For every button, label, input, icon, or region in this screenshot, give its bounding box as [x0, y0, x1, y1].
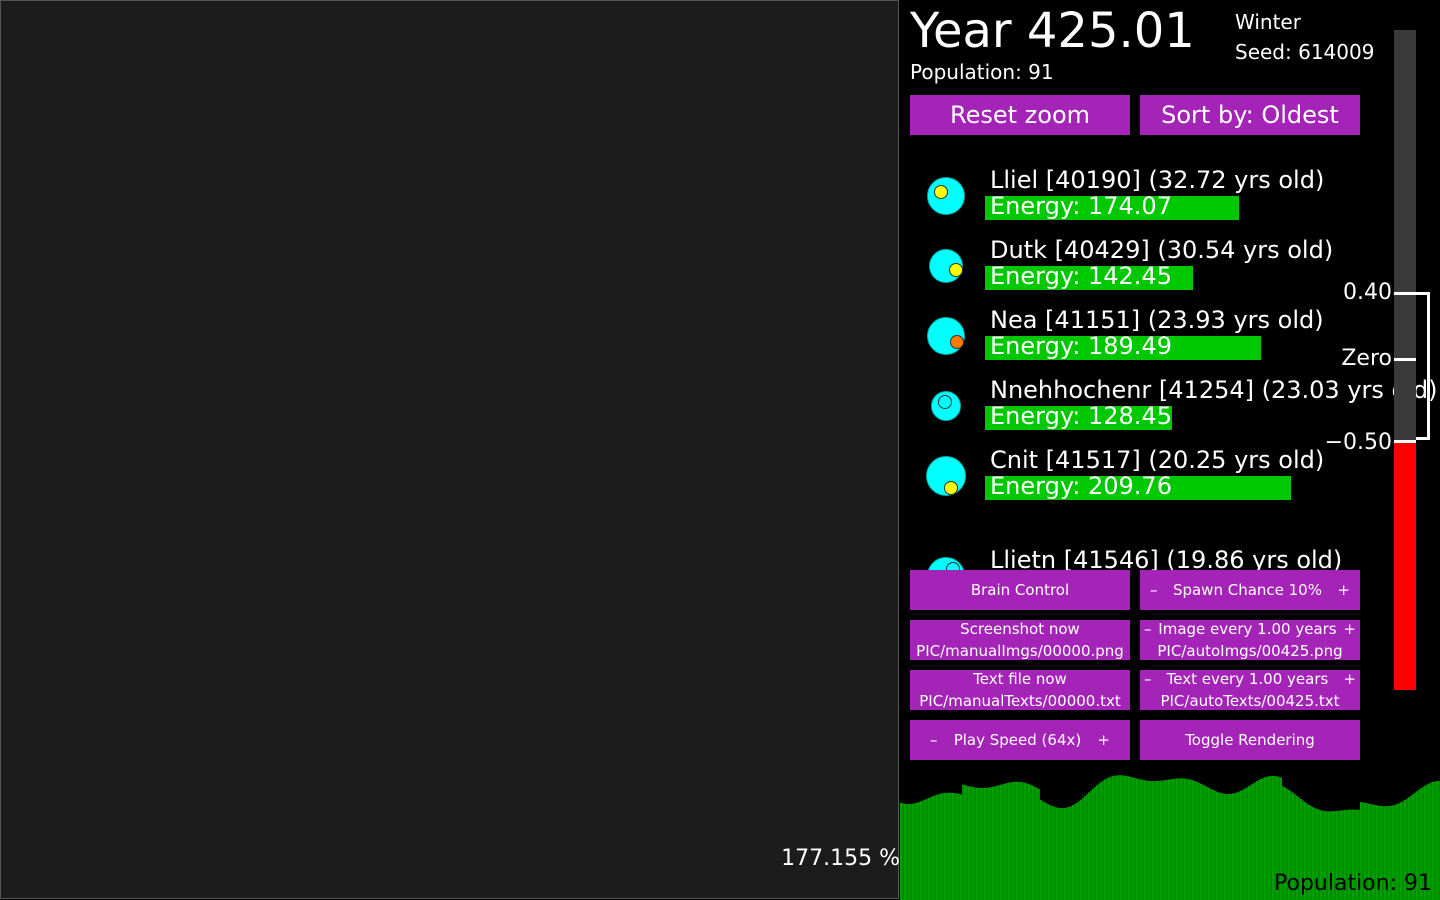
brain-control-button[interactable]: Brain Control	[910, 570, 1130, 610]
seed-readout: Seed: 614009	[1235, 40, 1375, 64]
image-interval-path: PIC/autoImgs/00425.png	[1157, 642, 1343, 660]
season-readout: Winter	[1235, 10, 1301, 34]
toggle-rendering-button[interactable]: Toggle Rendering	[1140, 720, 1360, 760]
creature-name: Nnehhochenr [41254] (23.03 yrs old)	[990, 376, 1438, 404]
image-interval-label: Image every 1.00 years	[1158, 620, 1337, 638]
energy-label: Energy: 128.45	[990, 402, 1172, 430]
text-file-now-label: Text file now	[973, 670, 1067, 688]
text-interval-minus-button[interactable]: –	[1144, 668, 1152, 690]
meter-tick-low	[1394, 440, 1416, 443]
creature-mouth-icon	[948, 263, 963, 278]
zoom-readout: 177.155 %	[781, 846, 900, 871]
meter-tick-zero	[1394, 358, 1416, 361]
spawn-chance-minus-button[interactable]: –	[1150, 579, 1158, 601]
creature-body-icon	[931, 391, 961, 421]
meter-label-high: 0.40	[1343, 280, 1392, 305]
world-viewport[interactable]	[0, 0, 899, 899]
text-interval-path: PIC/autoTexts/00425.txt	[1160, 692, 1340, 710]
creature-body-icon	[927, 317, 965, 355]
play-speed-plus-button[interactable]: +	[1097, 729, 1110, 751]
sort-by-button[interactable]: Sort by: Oldest	[1140, 95, 1360, 135]
spawn-chance-label: Spawn Chance 10%	[1172, 581, 1322, 599]
population-graph-label: Population: 91	[1274, 871, 1432, 896]
meter-label-low: −0.50	[1324, 430, 1392, 455]
text-interval-plus-button[interactable]: +	[1343, 668, 1356, 690]
creature-row[interactable]: Llietn [41546] (19.86 yrs old)	[900, 540, 1440, 570]
play-speed-minus-button[interactable]: –	[930, 729, 938, 751]
screenshot-now-label: Screenshot now	[960, 620, 1080, 638]
spawn-chance-plus-button[interactable]: +	[1337, 579, 1350, 601]
image-interval-plus-button[interactable]: +	[1343, 618, 1356, 640]
year-readout: Year 425.01	[910, 3, 1195, 59]
creature-name: Nea [41151] (23.93 yrs old)	[990, 306, 1324, 334]
creature-mouth-icon	[946, 561, 960, 570]
text-file-now-button[interactable]: Text file now PIC/manualTexts/00000.txt	[910, 670, 1130, 710]
screenshot-path: PIC/manualImgs/00000.png	[916, 642, 1124, 660]
meter-fill	[1394, 442, 1416, 690]
creature-mouth-icon	[943, 480, 958, 495]
spawn-chance-control: – Spawn Chance 10% +	[1140, 570, 1360, 610]
meter-tick-high	[1394, 292, 1416, 295]
creature-body-icon	[927, 177, 965, 215]
creature-name: Cnit [41517] (20.25 yrs old)	[990, 446, 1325, 474]
creature-body-icon	[927, 557, 965, 570]
energy-label: Energy: 189.49	[990, 332, 1172, 360]
image-interval-control: – Image every 1.00 years + PIC/autoImgs/…	[1140, 620, 1360, 660]
energy-label: Energy: 174.07	[990, 192, 1172, 220]
image-interval-minus-button[interactable]: –	[1144, 618, 1152, 640]
creature-mouth-icon	[937, 394, 952, 409]
creature-body-icon	[926, 456, 966, 496]
creature-name: Lliel [40190] (32.72 yrs old)	[990, 166, 1325, 194]
population-readout: Population: 91	[910, 60, 1054, 84]
control-panel: Year 425.01 Population: 91 Winter Seed: …	[900, 0, 1440, 900]
creature-name: Dutk [40429] (30.54 yrs old)	[990, 236, 1334, 264]
reset-zoom-button[interactable]: Reset zoom	[910, 95, 1130, 135]
text-file-path: PIC/manualTexts/00000.txt	[919, 692, 1121, 710]
text-interval-control: – Text every 1.00 years + PIC/autoTexts/…	[1140, 670, 1360, 710]
energy-label: Energy: 142.45	[990, 262, 1172, 290]
play-speed-control: – Play Speed (64x) +	[910, 720, 1130, 760]
text-interval-label: Text every 1.00 years	[1166, 670, 1329, 688]
meter-label-zero: Zero	[1341, 346, 1392, 371]
creature-body-icon	[929, 249, 963, 283]
creature-mouth-icon	[934, 185, 949, 200]
creature-name: Llietn [41546] (19.86 yrs old)	[990, 546, 1343, 570]
energy-label: Energy: 209.76	[990, 472, 1172, 500]
screenshot-now-button[interactable]: Screenshot now PIC/manualImgs/00000.png	[910, 620, 1130, 660]
play-speed-label: Play Speed (64x)	[953, 731, 1082, 749]
creature-row[interactable]: Lliel [40190] (32.72 yrs old) Energy: 174…	[900, 160, 1440, 230]
meter-bracket	[1416, 292, 1430, 440]
creature-mouth-icon	[950, 335, 965, 350]
